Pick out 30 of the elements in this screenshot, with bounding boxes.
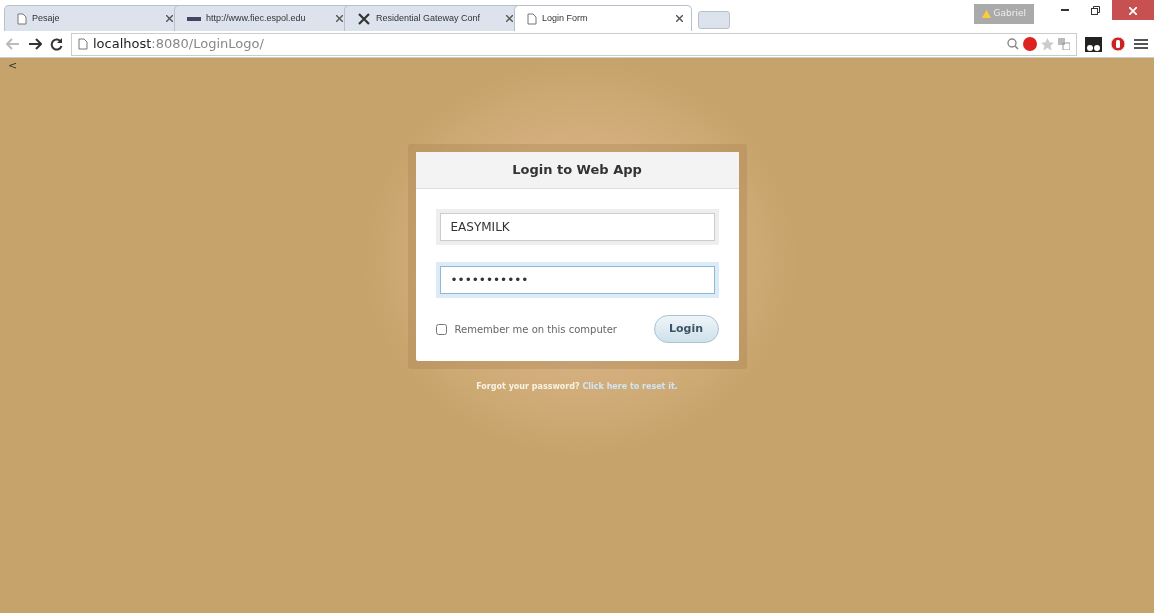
zoom-icon[interactable]	[1007, 38, 1019, 50]
login-button[interactable]: Login	[653, 315, 719, 343]
stop-sign-icon[interactable]	[1023, 37, 1037, 51]
close-icon[interactable]	[336, 15, 343, 22]
form-title: Login to Web App	[415, 152, 739, 189]
browser-tab[interactable]: Login Form	[514, 5, 692, 31]
close-icon	[1129, 6, 1137, 15]
close-icon[interactable]	[166, 15, 173, 22]
address-bar[interactable]: localhost:8080/LoginLogo/	[71, 32, 1077, 56]
forward-icon[interactable]	[28, 38, 42, 50]
close-icon[interactable]	[506, 15, 513, 22]
extension-icon[interactable]	[1085, 36, 1102, 52]
remember-label: Remember me on this computer	[454, 322, 617, 337]
remember-checkbox[interactable]	[435, 323, 447, 335]
url-text: localhost:8080/LoginLogo/	[93, 35, 264, 54]
page-icon	[527, 12, 537, 25]
warning-icon	[981, 9, 991, 18]
reload-icon[interactable]	[50, 37, 63, 51]
corner-text: <	[8, 58, 18, 74]
close-icon[interactable]	[676, 15, 683, 22]
username-field[interactable]: EASYMILK	[439, 213, 715, 241]
forgot-password-text: Forgot your password? Click here to reset it.	[476, 381, 678, 393]
stop-hand-icon[interactable]	[1110, 36, 1126, 52]
password-field[interactable]: •••••••••••	[439, 266, 715, 294]
star-icon[interactable]	[1041, 37, 1054, 51]
menu-icon[interactable]	[1134, 38, 1148, 50]
page-icon	[78, 38, 88, 50]
restore-icon[interactable]	[1090, 5, 1100, 15]
page-icon	[17, 12, 27, 25]
close-button[interactable]	[1112, 0, 1154, 20]
